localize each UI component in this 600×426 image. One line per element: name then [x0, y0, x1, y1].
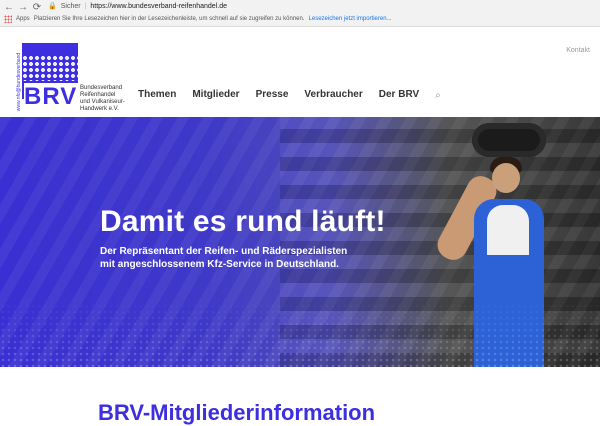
- section-title: BRV-Mitgliederinformation: [98, 400, 376, 425]
- logo-vertical-text-wrap: www.nfo@bundesverband: [14, 45, 22, 115]
- apps-label[interactable]: Apps: [16, 14, 30, 24]
- url-text: https://www.bundesverband-reifenhandel.d…: [90, 3, 227, 10]
- address-separator: |: [84, 3, 87, 10]
- bookmarks-message: Platzieren Sie Ihre Lesezeichen hier in …: [33, 16, 305, 22]
- worker-head: [492, 163, 520, 193]
- security-label: Sicher: [60, 3, 81, 10]
- bookmarks-bar: Apps Platzieren Sie Ihre Lesezeichen hie…: [4, 14, 594, 24]
- reload-icon[interactable]: ⟳: [32, 3, 42, 13]
- logo-org-line-1: Bundesverband: [80, 85, 123, 91]
- logo-abbr: BRV: [24, 83, 78, 110]
- hero-dot-pattern: [0, 297, 600, 367]
- apps-grid-icon[interactable]: [4, 15, 12, 23]
- import-bookmarks-link[interactable]: Lesezeichen jetzt importieren...: [309, 14, 392, 24]
- kontakt-link[interactable]: Kontakt: [566, 47, 590, 54]
- hero-banner: Damit es rund läuft! Der Repräsentant de…: [0, 117, 600, 367]
- main-navigation: Themen Mitglieder Presse Verbraucher Der…: [138, 89, 445, 101]
- logo-org-name: Bundesverband Reifenhandel und Vulkanise…: [80, 85, 126, 113]
- nav-mitglieder[interactable]: Mitglieder: [192, 89, 239, 100]
- worker-shirt: [487, 205, 529, 255]
- search-icon[interactable]: ⌕: [435, 90, 445, 101]
- brv-logo[interactable]: www.nfo@bundesverband BRV Bundesverband …: [14, 43, 125, 125]
- forward-icon[interactable]: →: [18, 3, 28, 13]
- address-bar[interactable]: 🔒 Sicher | https://www.bundesverband-rei…: [48, 2, 594, 12]
- browser-nav-buttons: ← → ⟳: [4, 3, 42, 13]
- nav-der-brv[interactable]: Der BRV: [379, 89, 419, 100]
- logo-org-line-2: Reifenhandel: [80, 92, 116, 98]
- hero-subheadline-line-1: Der Repräsentant der Reifen- und Rädersp…: [100, 246, 348, 257]
- hero-subheadline-line-2: mit angeschlossenem Kfz-Service in Deuts…: [100, 259, 339, 270]
- nav-presse[interactable]: Presse: [256, 89, 289, 100]
- lock-icon: 🔒: [48, 3, 57, 10]
- logo-org-line-3: und Vulkaniseur-: [80, 99, 125, 105]
- hero-subheadline: Der Repräsentant der Reifen- und Rädersp…: [100, 245, 370, 271]
- tire-illustration: [472, 123, 546, 157]
- logo-dot-pattern: [22, 55, 78, 81]
- logo-org-line-4: Handwerk e.V.: [80, 106, 119, 112]
- nav-themen[interactable]: Themen: [138, 89, 176, 100]
- hero-headline: Damit es rund läuft!: [100, 205, 386, 238]
- site-header: www.nfo@bundesverband BRV Bundesverband …: [0, 27, 600, 117]
- nav-verbraucher[interactable]: Verbraucher: [304, 89, 362, 100]
- browser-chrome: ← → ⟳ 🔒 Sicher | https://www.bundesverba…: [0, 0, 600, 27]
- back-icon[interactable]: ←: [4, 3, 14, 13]
